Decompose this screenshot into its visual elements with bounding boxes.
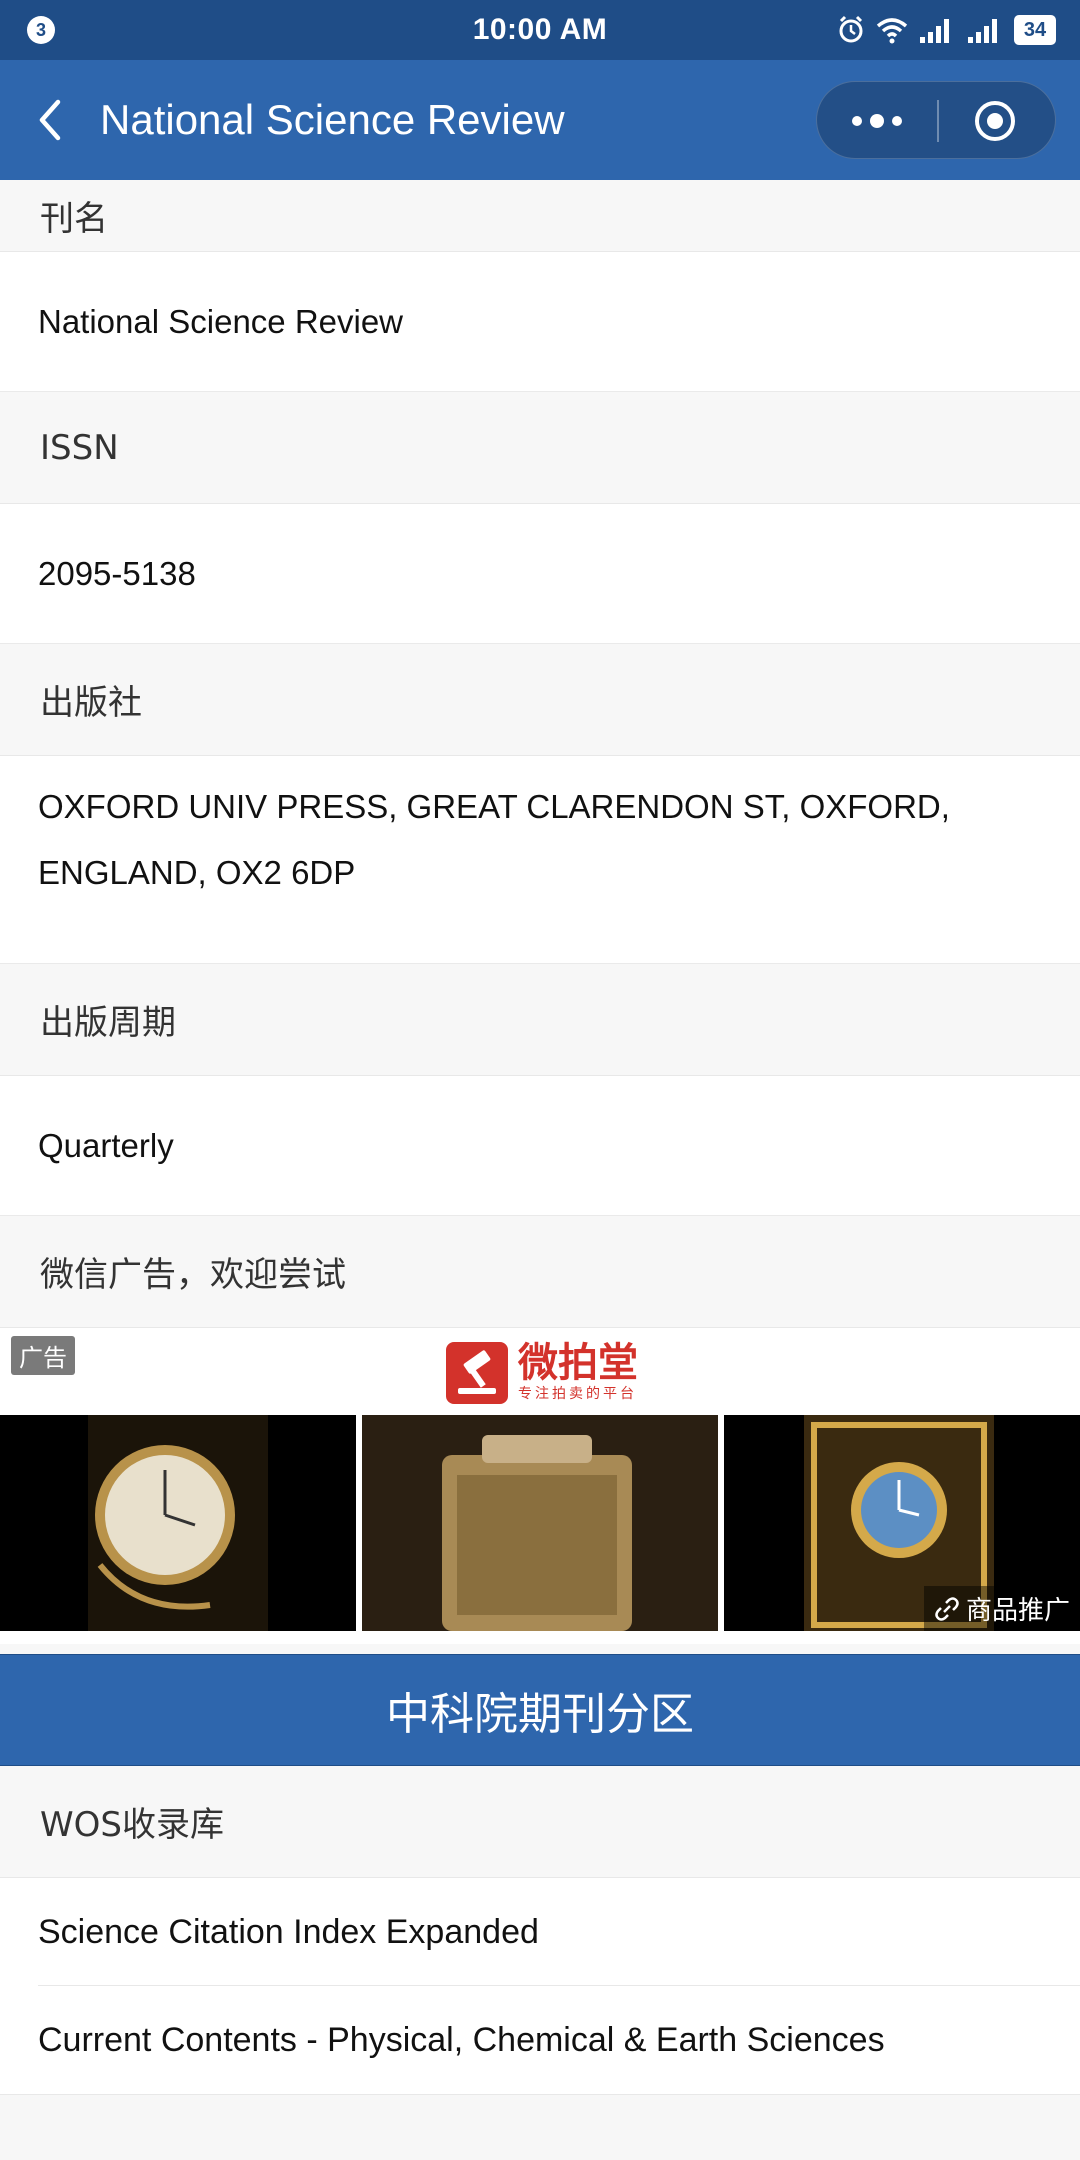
- status-time: 10:00 AM: [472, 13, 608, 46]
- page-title: National Science Review: [100, 96, 565, 143]
- notification-badge: 3: [27, 16, 55, 44]
- field-label-issn: ISSN: [0, 392, 1080, 504]
- field-label-frequency: 出版周期: [0, 964, 1080, 1076]
- capsule-divider: [937, 100, 939, 142]
- wos-item-sci-expanded: Science Citation Index Expanded: [0, 1878, 1080, 1986]
- ad-promo-label: 商品推广: [923, 1586, 1080, 1631]
- ad-section-label: 微信广告，欢迎尝试: [0, 1216, 1080, 1328]
- link-icon: [935, 1596, 959, 1621]
- ad-banner[interactable]: 广告 微拍堂 专注拍卖的平台 商品推广: [0, 1328, 1080, 1644]
- ad-image-strip: 商品推广: [0, 1415, 1080, 1631]
- status-icons: 34: [836, 12, 1056, 48]
- field-value-frequency: Quarterly: [0, 1076, 1080, 1216]
- ad-tag: 广告: [11, 1336, 75, 1375]
- gavel-icon: [446, 1342, 508, 1404]
- list-divider: [0, 2094, 1080, 2095]
- back-arrow-icon[interactable]: [32, 98, 72, 142]
- ad-brand-text: 微拍堂 专注拍卖的平台: [518, 1343, 638, 1403]
- close-miniprogram-icon[interactable]: [973, 99, 1017, 143]
- cas-partition-button[interactable]: 中科院期刊分区: [0, 1654, 1080, 1766]
- wos-item-current-contents: Current Contents - Physical, Chemical & …: [0, 1986, 1080, 2094]
- more-options-icon[interactable]: [847, 110, 907, 132]
- field-label-title: 刊名: [0, 180, 1080, 252]
- field-value-issn: 2095-5138: [0, 504, 1080, 644]
- wifi-icon: [876, 18, 908, 44]
- battery-indicator: 34: [1014, 15, 1056, 45]
- alarm-icon: [839, 15, 863, 43]
- ad-brand-tagline: 专注拍卖的平台: [518, 1386, 637, 1402]
- field-value-title: National Science Review: [0, 252, 1080, 392]
- ad-promo-text: 商品推广: [965, 1596, 1070, 1626]
- field-value-publisher: OXFORD UNIV PRESS, GREAT CLARENDON ST, O…: [0, 756, 1080, 964]
- nav-bar: National Science Review: [0, 60, 1080, 180]
- ad-image-lighter[interactable]: [362, 1415, 718, 1631]
- signal-icon-1: [920, 19, 949, 43]
- ad-brand-name: 微拍堂: [518, 1340, 638, 1386]
- wos-label: WOS收录库: [0, 1766, 1080, 1878]
- ad-brand-logo: 微拍堂 专注拍卖的平台: [446, 1340, 638, 1406]
- ad-image-clock[interactable]: 商品推广: [724, 1415, 1080, 1631]
- status-bar: 3 10:00 AM 34: [0, 0, 1080, 60]
- signal-icon-2: [968, 19, 997, 43]
- ad-image-pocket-watch[interactable]: [0, 1415, 356, 1631]
- journal-detail: 刊名 National Science Review ISSN 2095-513…: [0, 180, 1080, 2095]
- field-label-publisher: 出版社: [0, 644, 1080, 756]
- miniprogram-capsule: [816, 81, 1056, 159]
